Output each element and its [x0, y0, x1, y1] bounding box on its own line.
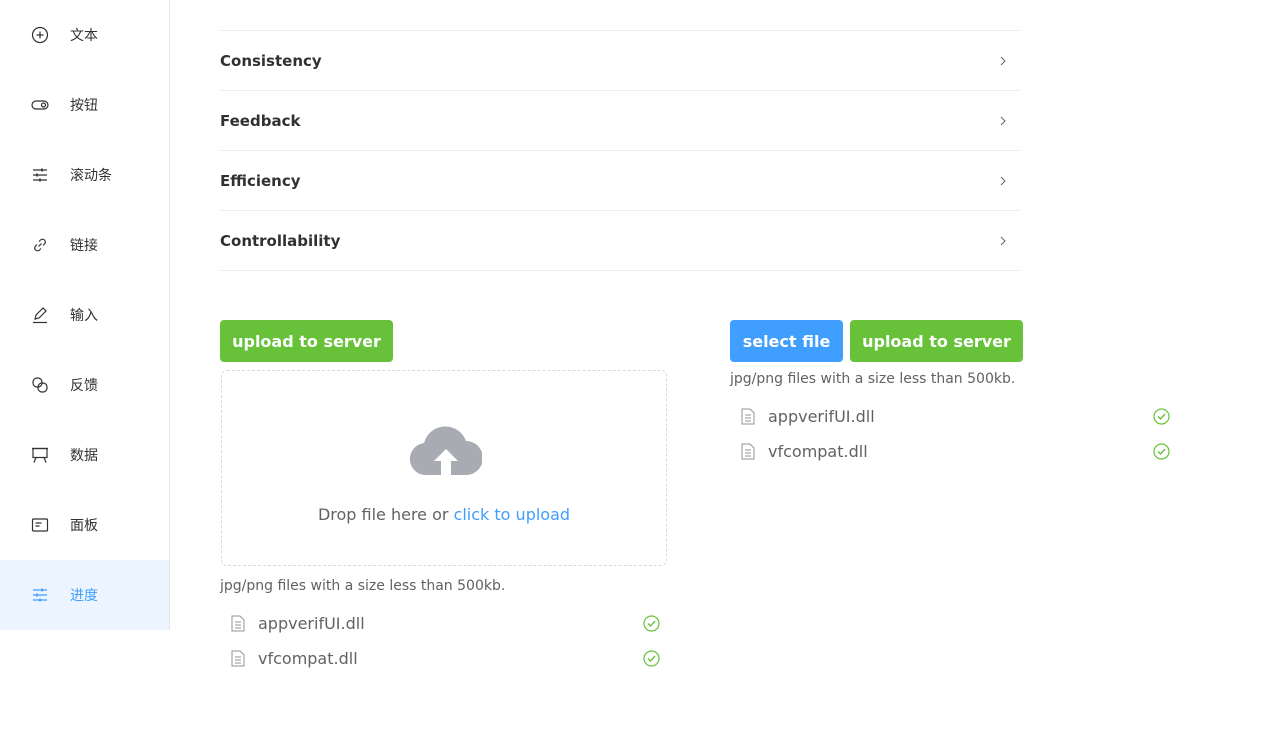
pen-icon: [30, 305, 50, 325]
sidebar-item-label: 进度: [70, 588, 98, 604]
chevron-right-icon: [1000, 116, 1006, 125]
success-check-icon: [643, 615, 660, 632]
presentation-icon: [30, 445, 50, 465]
click-to-upload-link[interactable]: click to upload: [454, 505, 570, 524]
sidebar-item-text[interactable]: 文本: [0, 0, 169, 70]
collapse-item-title: Controllability: [220, 231, 341, 250]
sidebar-item-progress[interactable]: 进度: [0, 560, 169, 630]
sidebar-item-input[interactable]: 输入: [0, 280, 169, 350]
link-icon: [30, 235, 50, 255]
list-item[interactable]: appverifUI.dll: [220, 606, 660, 641]
list-item[interactable]: vfcompat.dll: [730, 434, 1170, 469]
sidebar-item-label: 数据: [70, 448, 98, 464]
sidebar-item-label: 面板: [70, 518, 98, 534]
list-item[interactable]: appverifUI.dll: [730, 399, 1170, 434]
document-icon: [741, 443, 755, 460]
success-check-icon: [643, 650, 660, 667]
sidebar-item-label: 链接: [70, 238, 98, 254]
sliders-icon: [30, 585, 50, 605]
collapse-item-title: Efficiency: [220, 171, 301, 190]
file-list: appverifUI.dll vfcompat.dll: [220, 606, 660, 676]
success-check-icon: [1153, 443, 1170, 460]
collapse-item-controllability[interactable]: Controllability: [220, 211, 1021, 271]
collapse-item-title: Consistency: [220, 51, 322, 70]
file-list: appverifUI.dll vfcompat.dll: [730, 399, 1170, 469]
document-icon: [741, 408, 755, 425]
sidebar-item-link[interactable]: 链接: [0, 210, 169, 280]
collapse-item-consistency[interactable]: Consistency: [220, 31, 1021, 91]
sidebar-item-panel[interactable]: 面板: [0, 490, 169, 560]
collapse-item-feedback[interactable]: Feedback: [220, 91, 1021, 151]
select-file-button[interactable]: select file: [730, 320, 843, 362]
sidebar-item-scrollbar[interactable]: 滚动条: [0, 140, 169, 210]
file-name: vfcompat.dll: [258, 649, 358, 668]
drop-text: Drop file here or click to upload: [222, 505, 666, 524]
card-icon: [30, 515, 50, 535]
sliders-icon: [30, 165, 50, 185]
sidebar-menu: 文本 按钮 滚动条 链接 输入 反馈 数据 面板 进度: [0, 0, 170, 630]
cloud-upload-icon: [410, 426, 482, 476]
toggle-icon: [30, 95, 50, 115]
drop-instruction: Drop file here or: [317, 505, 454, 524]
sidebar-item-feedback[interactable]: 反馈: [0, 350, 169, 420]
file-name: vfcompat.dll: [768, 442, 868, 461]
sidebar-item-data[interactable]: 数据: [0, 420, 169, 490]
sidebar-item-label: 文本: [70, 28, 98, 44]
sidebar-item-label: 按钮: [70, 98, 98, 114]
document-icon: [231, 615, 245, 632]
document-icon: [231, 650, 245, 667]
chevron-right-icon: [1000, 236, 1006, 245]
file-name: appverifUI.dll: [258, 614, 365, 633]
collapse-panel: Consistency Feedback Efficiency Controll…: [220, 30, 1021, 271]
success-check-icon: [1153, 408, 1170, 425]
sidebar-item-label: 滚动条: [70, 168, 112, 184]
sidebar-item-label: 输入: [70, 308, 98, 324]
overlap-icon: [30, 375, 50, 395]
upload-to-server-button[interactable]: upload to server: [220, 320, 393, 362]
list-item[interactable]: vfcompat.dll: [220, 641, 660, 676]
collapse-item-title: Feedback: [220, 111, 301, 130]
sidebar-item-button[interactable]: 按钮: [0, 70, 169, 140]
file-name: appverifUI.dll: [768, 407, 875, 426]
upload-tip: jpg/png files with a size less than 500k…: [220, 578, 506, 594]
chevron-right-icon: [1000, 56, 1006, 65]
upload-to-server-button[interactable]: upload to server: [850, 320, 1023, 362]
collapse-item-efficiency[interactable]: Efficiency: [220, 151, 1021, 211]
chevron-right-icon: [1000, 176, 1006, 185]
sidebar-item-label: 反馈: [70, 378, 98, 394]
drop-zone[interactable]: Drop file here or click to upload: [221, 370, 667, 566]
plus-circle-icon: [30, 25, 50, 45]
upload-tip: jpg/png files with a size less than 500k…: [730, 371, 1016, 387]
